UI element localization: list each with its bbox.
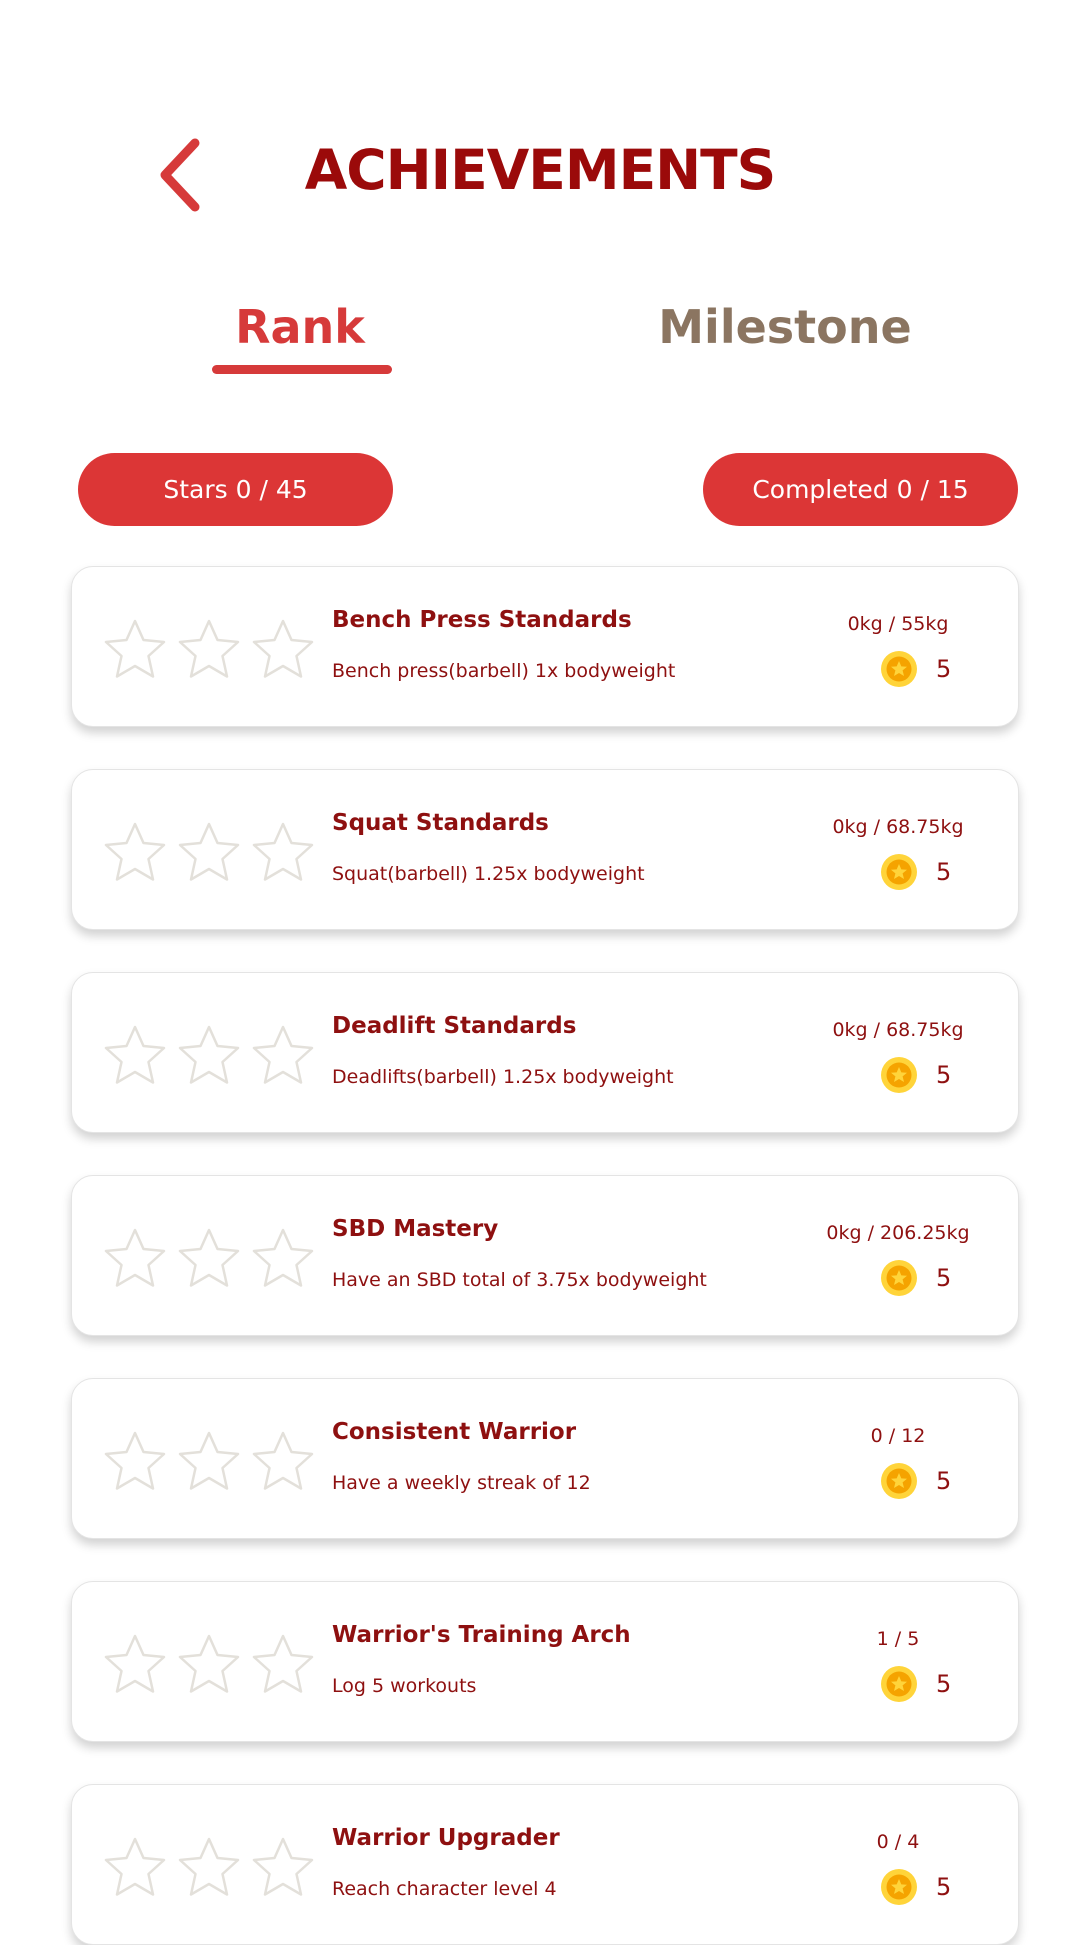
achievement-description: Bench press(barbell) 1x bodyweight [332, 660, 676, 682]
reward: 5 [880, 649, 951, 689]
tab-rank[interactable]: Rank [170, 300, 430, 354]
coin-icon [881, 854, 917, 890]
reward: 5 [880, 1461, 951, 1501]
reward-value: 5 [936, 1873, 952, 1901]
achievement-description: Deadlifts(barbell) 1.25x bodyweight [332, 1066, 674, 1088]
achievement-description: Log 5 workouts [332, 1675, 477, 1697]
reward: 5 [880, 1258, 951, 1298]
achievement-description: Squat(barbell) 1.25x bodyweight [332, 863, 645, 885]
reward-value: 5 [936, 655, 952, 683]
star-outline-icon [104, 619, 166, 678]
achievement-card[interactable]: Warrior's Training Arch Log 5 workouts 1 /… [71, 1581, 1019, 1742]
star-outline-icon [178, 1025, 240, 1084]
coin-icon [881, 1260, 917, 1296]
star-outline-icon [104, 822, 166, 881]
achievement-progress: 0 / 4 [876, 1831, 920, 1853]
reward-value: 5 [936, 1264, 952, 1292]
star-outline-icon [252, 1025, 314, 1084]
achievement-progress: 0kg / 68.75kg [832, 816, 964, 838]
star-rating [100, 1021, 320, 1091]
star-rating [100, 615, 320, 685]
star-rating [100, 1427, 320, 1497]
achievement-title: Deadlift Standards [332, 1013, 577, 1039]
reward-value: 5 [936, 1467, 952, 1495]
star-outline-icon [252, 619, 314, 678]
achievement-title: Consistent Warrior [332, 1419, 577, 1445]
star-outline-icon [178, 1837, 240, 1896]
star-outline-icon [104, 1837, 166, 1896]
tab-bar: Rank Milestone [0, 300, 1080, 380]
tab-milestone[interactable]: Milestone [640, 300, 930, 354]
coin-icon [881, 1869, 917, 1905]
achievement-progress: 0kg / 206.25kg [826, 1222, 970, 1244]
star-rating [100, 818, 320, 888]
achievement-progress: 0kg / 55kg [847, 613, 949, 635]
reward: 5 [880, 852, 951, 892]
achievement-title: Bench Press Standards [332, 607, 632, 633]
reward-value: 5 [936, 1670, 952, 1698]
achievement-title: Squat Standards [332, 810, 549, 836]
star-outline-icon [178, 822, 240, 881]
star-rating [100, 1224, 320, 1294]
achievement-title: Warrior Upgrader [332, 1825, 560, 1851]
star-outline-icon [104, 1228, 166, 1287]
reward: 5 [880, 1664, 951, 1704]
coin-icon [881, 1463, 917, 1499]
star-outline-icon [104, 1634, 166, 1693]
star-rating [100, 1630, 320, 1700]
achievement-card[interactable]: SBD Mastery Have an SBD total of 3.75x bo… [71, 1175, 1019, 1336]
star-outline-icon [252, 1837, 314, 1896]
star-outline-icon [104, 1431, 166, 1490]
achievement-card[interactable]: Consistent Warrior Have a weekly streak o… [71, 1378, 1019, 1539]
reward: 5 [880, 1867, 951, 1907]
coin-icon [881, 1666, 917, 1702]
star-outline-icon [178, 1228, 240, 1287]
star-outline-icon [178, 1431, 240, 1490]
achievement-card[interactable]: Warrior Upgrader Reach character level 4 0… [71, 1784, 1019, 1945]
star-outline-icon [104, 1025, 166, 1084]
completed-summary-badge: Completed 0 / 15 [703, 453, 1018, 526]
coin-icon [881, 651, 917, 687]
achievement-card[interactable]: Bench Press Standards Bench press(barbell… [71, 566, 1019, 727]
stars-summary-badge: Stars 0 / 45 [78, 453, 393, 526]
achievement-card[interactable]: Deadlift Standards Deadlifts(barbell) 1.2… [71, 972, 1019, 1133]
achievement-description: Reach character level 4 [332, 1878, 557, 1900]
coin-icon [881, 1057, 917, 1093]
star-outline-icon [252, 822, 314, 881]
reward-value: 5 [936, 1061, 952, 1089]
active-tab-indicator [212, 365, 392, 374]
achievement-title: Warrior's Training Arch [332, 1622, 631, 1648]
star-outline-icon [178, 1634, 240, 1693]
star-outline-icon [252, 1431, 314, 1490]
star-outline-icon [178, 619, 240, 678]
achievement-description: Have a weekly streak of 12 [332, 1472, 591, 1494]
star-outline-icon [252, 1634, 314, 1693]
star-rating [100, 1833, 320, 1903]
reward: 5 [880, 1055, 951, 1095]
achievement-progress: 0 / 12 [870, 1425, 926, 1447]
reward-value: 5 [936, 858, 952, 886]
star-outline-icon [252, 1228, 314, 1287]
achievement-progress: 1 / 5 [876, 1628, 920, 1650]
achievement-description: Have an SBD total of 3.75x bodyweight [332, 1269, 707, 1291]
achievement-title: SBD Mastery [332, 1216, 499, 1242]
header: ACHIEVEMENTS [0, 120, 1080, 230]
achievement-progress: 0kg / 68.75kg [832, 1019, 964, 1041]
achievement-card[interactable]: Squat Standards Squat(barbell) 1.25x body… [71, 769, 1019, 930]
page-title: ACHIEVEMENTS [304, 138, 777, 202]
